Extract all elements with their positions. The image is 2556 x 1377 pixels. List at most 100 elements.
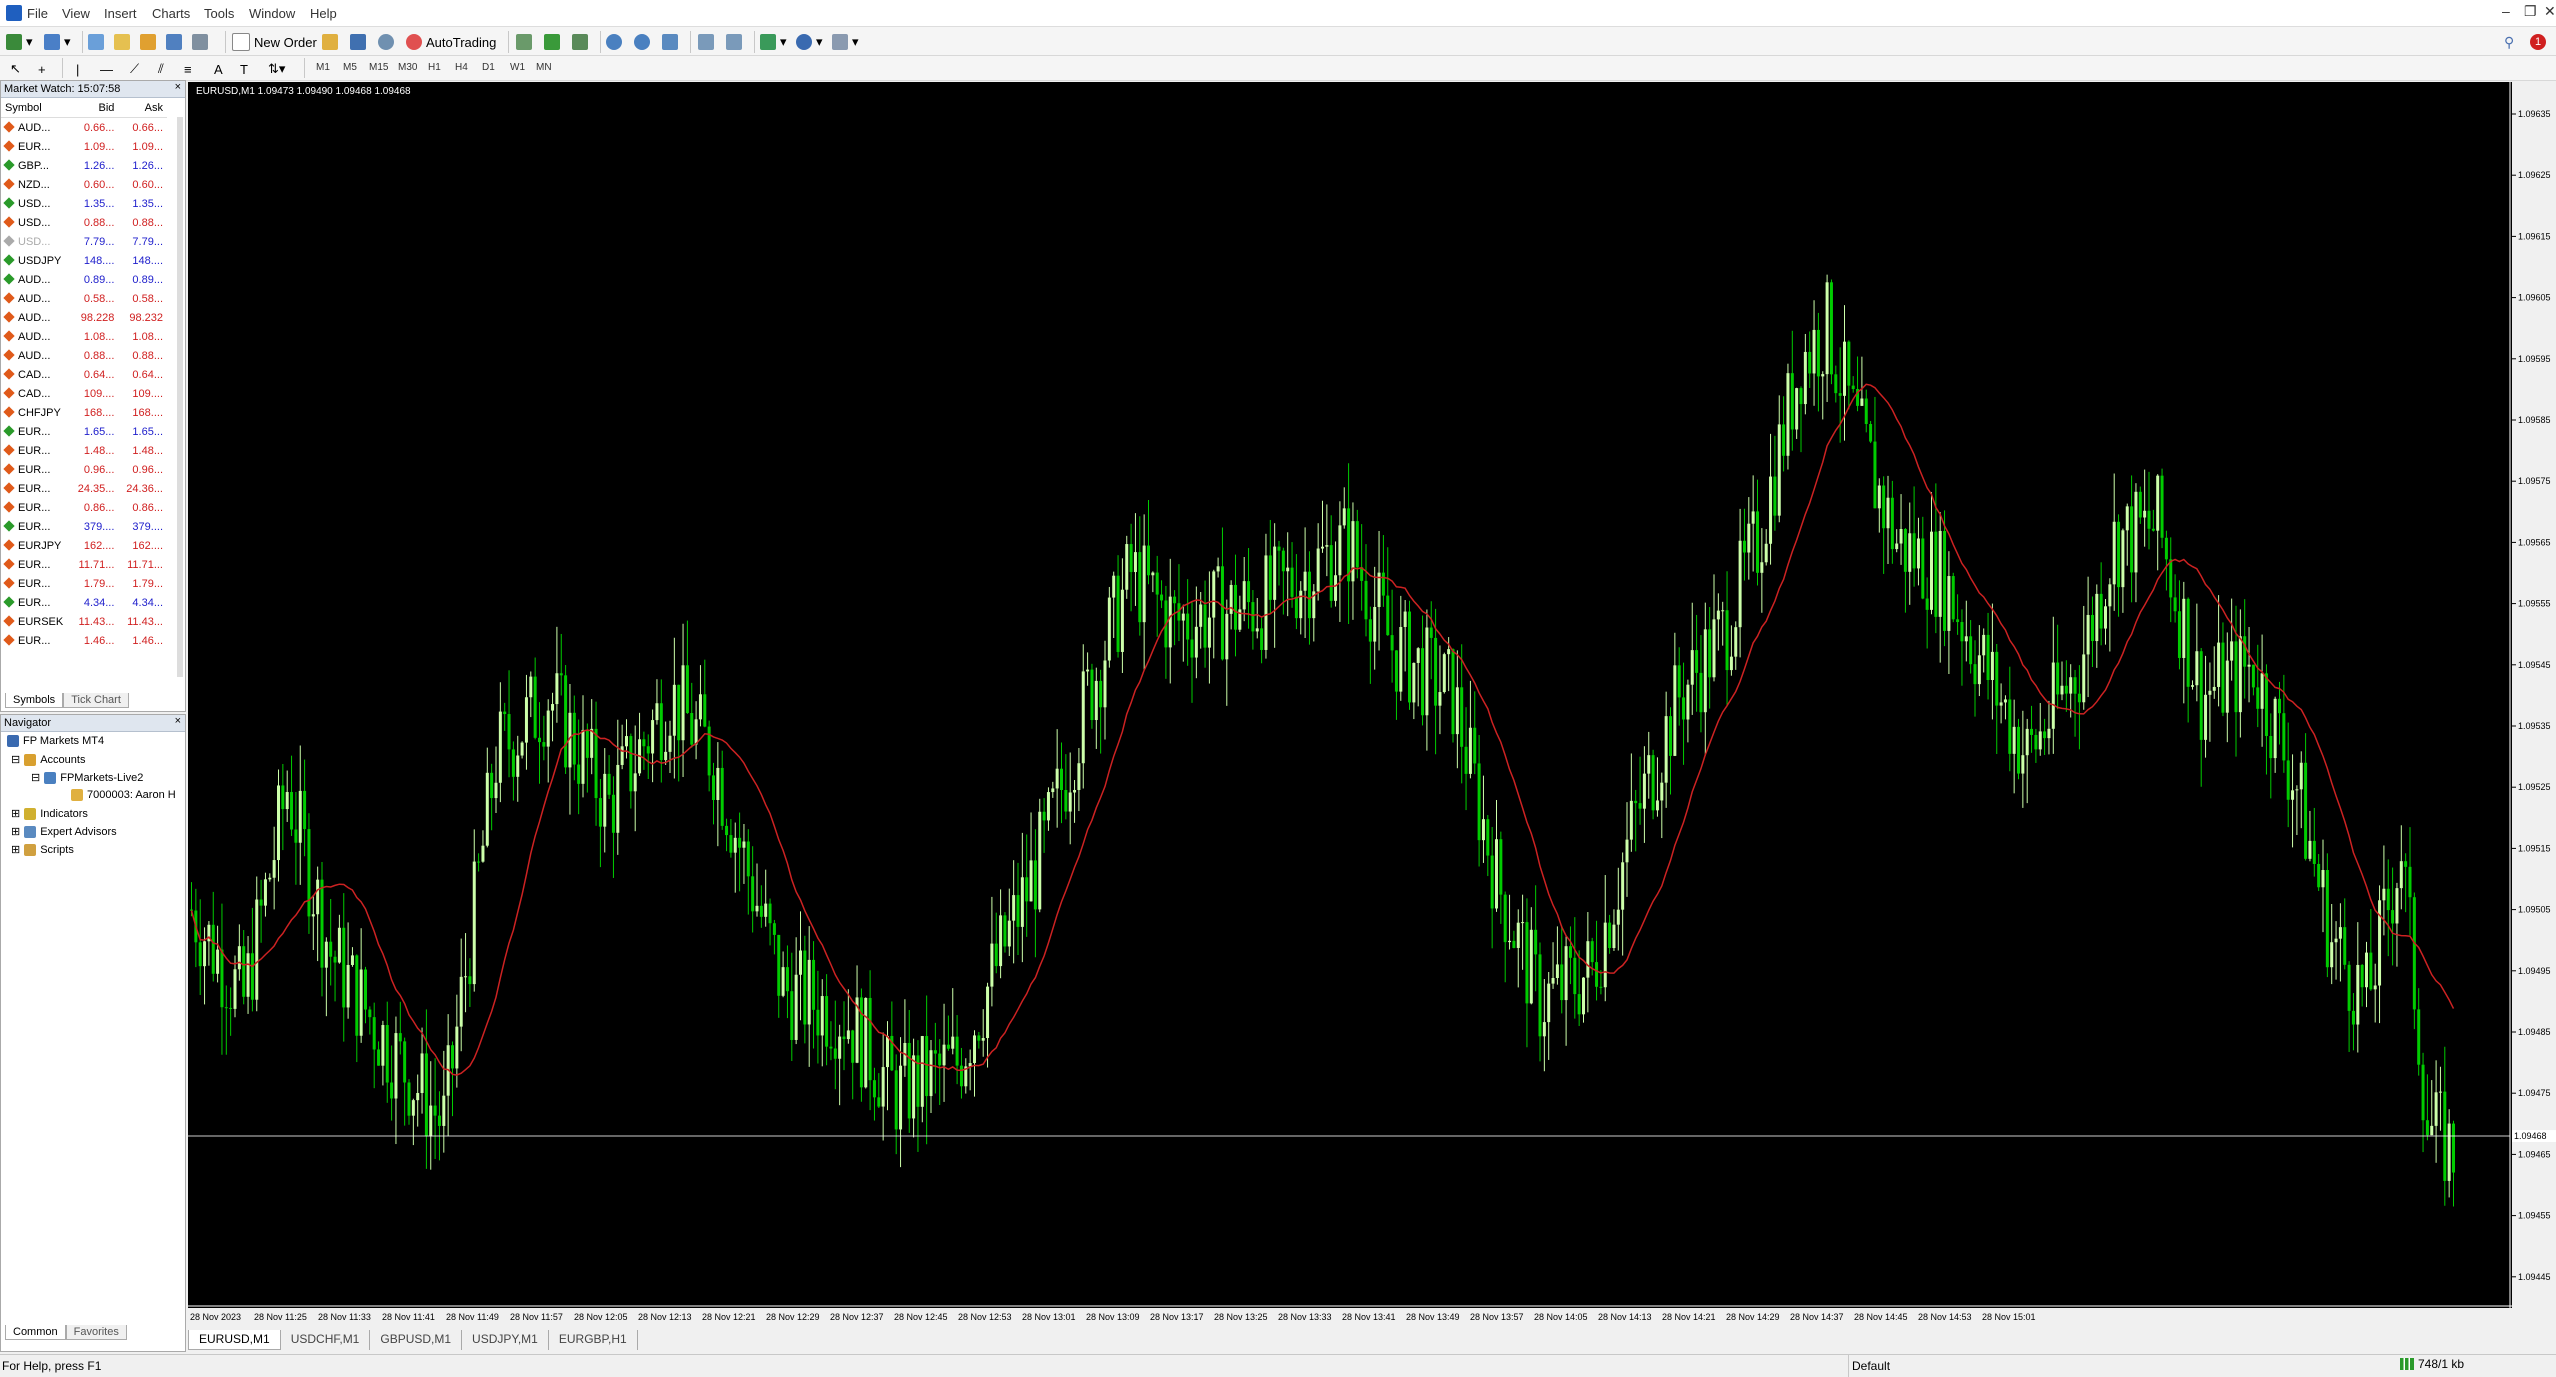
periods-button[interactable]: ▾ [796, 31, 823, 53]
col-symbol[interactable]: Symbol [1, 98, 70, 118]
table-row[interactable]: CAD... 109.... 109.... [1, 384, 167, 403]
data-window-button[interactable] [114, 31, 130, 53]
time-axis[interactable]: 28 Nov 2023 28 Nov 11:25 28 Nov 11:33 28 No… [188, 1308, 2512, 1328]
menu-view[interactable]: View [62, 6, 90, 21]
tab-common[interactable]: Common [5, 1325, 66, 1340]
nav-scripts[interactable]: ⊞ Scripts [11, 843, 74, 856]
menu-file[interactable]: File [27, 6, 48, 21]
table-row[interactable]: CAD... 0.64... 0.64... [1, 365, 167, 384]
nav-accounts[interactable]: ⊟ Accounts [11, 753, 85, 766]
line-chart-button[interactable] [572, 31, 588, 53]
connection-status[interactable]: 748/1 kb [2400, 1357, 2464, 1371]
new-order-button[interactable]: New Order [232, 31, 317, 53]
table-row[interactable]: EUR... 1.09... 1.09... [1, 137, 167, 156]
table-row[interactable]: EUR... 0.96... 0.96... [1, 460, 167, 479]
signals-button[interactable] [350, 31, 366, 53]
bar-chart-button[interactable] [516, 31, 532, 53]
tab-symbols[interactable]: Symbols [5, 693, 64, 708]
table-row[interactable]: USD... 7.79... 7.79... [1, 232, 167, 251]
timeframe-w1[interactable]: W1 [510, 62, 525, 73]
navigator-close-icon[interactable]: × [175, 715, 181, 727]
market-watch-scrollbar[interactable] [177, 117, 183, 677]
arrows-tool[interactable]: ⇅▾ [268, 58, 285, 80]
table-row[interactable]: AUD... 98.228 98.232 [1, 308, 167, 327]
table-row[interactable]: EURSEK 11.43... 11.43... [1, 612, 167, 631]
fibonacci-tool[interactable]: ≡ [184, 58, 192, 80]
tile-windows-button[interactable] [662, 31, 678, 53]
table-row[interactable]: EUR... 4.34... 4.34... [1, 593, 167, 612]
zoom-out-button[interactable] [634, 31, 650, 53]
chart-tab-gbpusd-m1[interactable]: GBPUSD,M1 [370, 1330, 463, 1350]
table-row[interactable]: EURJPY 162.... 162.... [1, 536, 167, 555]
nav-server[interactable]: ⊟ FPMarkets-Live2 [31, 771, 143, 784]
market-watch-button[interactable] [88, 31, 104, 53]
autoscroll-button[interactable] [726, 31, 742, 53]
table-row[interactable]: EUR... 1.79... 1.79... [1, 574, 167, 593]
horizontal-line-tool[interactable]: — [100, 58, 113, 80]
text-tool[interactable]: A [214, 58, 223, 80]
terminal-button[interactable] [166, 31, 182, 53]
nav-account[interactable]: 7000003: Aaron H [71, 789, 176, 801]
table-row[interactable]: GBP... 1.26... 1.26... [1, 156, 167, 175]
table-row[interactable]: EUR... 1.46... 1.46... [1, 631, 167, 650]
nav-root[interactable]: FP Markets MT4 [7, 735, 104, 747]
crosshair-tool[interactable]: + [38, 58, 46, 80]
table-row[interactable]: AUD... 0.66... 0.66... [1, 118, 167, 138]
timeframe-m30[interactable]: M30 [398, 62, 417, 73]
autotrading-button[interactable]: AutoTrading [406, 31, 496, 53]
market-watch-close-icon[interactable]: × [175, 81, 181, 93]
new-chart-button[interactable]: ▾ [6, 31, 33, 53]
notifications-button[interactable]: 1 [2530, 31, 2546, 53]
table-row[interactable]: AUD... 0.89... 0.89... [1, 270, 167, 289]
table-row[interactable]: USDJPY 148.... 148.... [1, 251, 167, 270]
menu-help[interactable]: Help [310, 6, 337, 21]
zoom-in-button[interactable] [606, 31, 622, 53]
close-icon[interactable]: ✕ [2544, 3, 2556, 20]
search-button[interactable]: ⚲ [2504, 31, 2514, 53]
table-row[interactable]: EUR... 379.... 379.... [1, 517, 167, 536]
channel-tool[interactable]: ⫽ [158, 58, 164, 80]
table-row[interactable]: NZD... 0.60... 0.60... [1, 175, 167, 194]
chart-shift-button[interactable] [698, 31, 714, 53]
table-row[interactable]: AUD... 0.58... 0.58... [1, 289, 167, 308]
menu-insert[interactable]: Insert [104, 6, 137, 21]
col-ask[interactable]: Ask [118, 98, 167, 118]
trendline-tool[interactable]: ⟋ [130, 58, 139, 80]
price-chart[interactable]: EURUSD,M1 1.09473 1.09490 1.09468 1.0946… [188, 82, 2512, 1308]
timeframe-m1[interactable]: M1 [316, 62, 330, 73]
table-row[interactable]: EUR... 24.35... 24.36... [1, 479, 167, 498]
cursor-tool[interactable]: ↖ [10, 58, 21, 80]
indicators-button[interactable]: ▾ [760, 31, 787, 53]
timeframe-h4[interactable]: H4 [455, 62, 468, 73]
chart-tab-eurusd-m1[interactable]: EURUSD,M1 [188, 1330, 281, 1350]
restore-icon[interactable]: ❐ [2524, 3, 2537, 20]
table-row[interactable]: EUR... 11.71... 11.71... [1, 555, 167, 574]
timeframe-h1[interactable]: H1 [428, 62, 441, 73]
nav-expert-advisors[interactable]: ⊞ Expert Advisors [11, 825, 117, 838]
menu-charts[interactable]: Charts [152, 6, 190, 21]
market-button[interactable] [378, 31, 394, 53]
menu-window[interactable]: Window [249, 6, 295, 21]
price-axis[interactable]: 1.09635 1.09625 1.09615 1.09605 1.09595 1.095… [2512, 82, 2556, 1308]
table-row[interactable]: AUD... 1.08... 1.08... [1, 327, 167, 346]
vertical-line-tool[interactable]: | [76, 58, 79, 80]
timeframe-d1[interactable]: D1 [482, 62, 495, 73]
table-row[interactable]: EUR... 0.86... 0.86... [1, 498, 167, 517]
table-row[interactable]: USD... 1.35... 1.35... [1, 194, 167, 213]
timeframe-m5[interactable]: M5 [343, 62, 357, 73]
text-label-tool[interactable]: T [240, 58, 248, 80]
chart-tab-usdchf-m1[interactable]: USDCHF,M1 [280, 1330, 371, 1350]
chart-tab-eurgbp-h1[interactable]: EURGBP,H1 [548, 1330, 638, 1350]
nav-indicators[interactable]: ⊞ Indicators [11, 807, 88, 820]
strategy-tester-button[interactable] [192, 31, 208, 53]
table-row[interactable]: CHFJPY 168.... 168.... [1, 403, 167, 422]
navigator-button[interactable] [140, 31, 156, 53]
table-row[interactable]: USD... 0.88... 0.88... [1, 213, 167, 232]
col-bid[interactable]: Bid [69, 98, 119, 118]
table-row[interactable]: EUR... 1.48... 1.48... [1, 441, 167, 460]
tab-favorites[interactable]: Favorites [65, 1325, 127, 1340]
table-row[interactable]: AUD... 0.88... 0.88... [1, 346, 167, 365]
timeframe-mn[interactable]: MN [536, 62, 552, 73]
candlestick-button[interactable] [544, 31, 560, 53]
profiles-button[interactable]: ▾ [44, 31, 71, 53]
